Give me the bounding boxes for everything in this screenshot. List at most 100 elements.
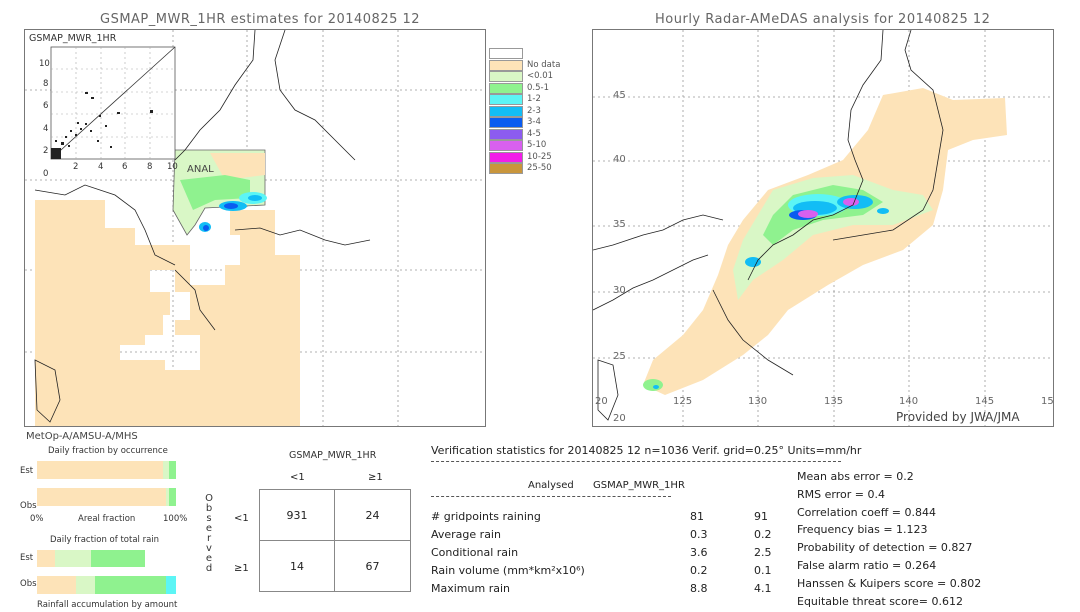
- est-label: Est: [20, 466, 34, 476]
- lat-tick: 35: [613, 219, 626, 230]
- right-map-title: Hourly Radar-AMeDAS analysis for 2014082…: [655, 12, 991, 27]
- axis-left-label: 0%: [30, 514, 44, 524]
- legend-label: No data: [527, 59, 561, 70]
- stat-gsmap: 91: [754, 510, 768, 523]
- bar-segment-light: [75, 576, 96, 594]
- credit-text: Provided by JWA/JMA: [896, 410, 1020, 424]
- score-line: Equitable threat score= 0.612: [797, 594, 963, 608]
- score-line: Probability of detection = 0.827: [797, 541, 973, 555]
- lat-tick: 40: [613, 154, 626, 165]
- stat-analysed: 81: [690, 510, 704, 523]
- total-rain-est-bar: [37, 550, 176, 567]
- right-map: 45 40 35 30 25 20 20 125 130 135 140 145…: [592, 29, 1054, 427]
- left-map-title: GSMAP_MWR_1HR estimates for 20140825 12: [100, 12, 421, 27]
- inset-y-tick: 4: [43, 124, 49, 134]
- legend-label: 0.5-1: [527, 82, 549, 93]
- legend-label: 5-10: [527, 140, 547, 150]
- legend-label: <0.01: [527, 71, 554, 81]
- stat-label: Rain volume (mm*km²x10⁶): [431, 564, 585, 577]
- stat-label: # gridpoints raining: [431, 510, 541, 523]
- occurrence-title: Daily fraction by occurrence: [48, 446, 168, 456]
- left-map: GSMAP_MWR_1HR 10 8 6 4 2 0 2 4 6 8 10 AN…: [24, 29, 486, 427]
- stat-label: Conditional rain: [431, 546, 519, 559]
- col-label: <1: [290, 472, 305, 483]
- legend-swatch: [489, 94, 523, 105]
- obs-label-2: Obs: [20, 579, 37, 589]
- stat-analysed: 0.2: [690, 564, 708, 577]
- lat-tick: 25: [613, 351, 626, 362]
- cell-hit-neg: 931: [259, 489, 335, 541]
- legend-swatch: [489, 117, 523, 128]
- inset-y-tick: 0: [43, 169, 49, 179]
- lon-tick: 15: [1041, 396, 1054, 407]
- legend-swatch: [489, 140, 523, 151]
- color-legend: No data <0.01 0.5-1 1-2 2-3 3-4 4-5 5-10 10-25 25…: [489, 48, 561, 208]
- stat-label: Maximum rain: [431, 582, 510, 595]
- score-line: Mean abs error = 0.2: [797, 470, 914, 483]
- legend-swatch: [489, 71, 523, 82]
- lon-tick: 20: [595, 396, 608, 407]
- occurrence-obs-bar: [37, 488, 176, 506]
- inset-x-tick: 8: [147, 162, 153, 172]
- bar-segment-green: [95, 576, 167, 594]
- bar-segment-green: [169, 488, 176, 506]
- inset-x-tick: 6: [122, 162, 128, 172]
- row-label: ≥1: [234, 563, 249, 574]
- occurrence-est-bar: [37, 461, 176, 479]
- bar-segment-nodata: [37, 461, 164, 479]
- cell-false-alarm: 24: [334, 489, 411, 541]
- stat-label: Average rain: [431, 528, 501, 541]
- legend-swatch: [489, 48, 523, 59]
- score-line: Hanssen & Kuipers score = 0.802: [797, 576, 982, 590]
- legend-swatch: [489, 163, 523, 174]
- satellite-label: MetOp-A/AMSU-A/MHS: [26, 431, 138, 442]
- inset-y-tick: 10: [39, 59, 50, 69]
- stat-analysed: 3.6: [690, 546, 708, 559]
- lon-tick: 135: [824, 396, 844, 407]
- col-analysed: Analysed: [528, 480, 574, 491]
- bar-segment-nodata: [37, 488, 167, 506]
- lon-tick: 140: [899, 396, 919, 407]
- observed-label: Observed: [205, 493, 213, 574]
- cell-miss: 14: [259, 540, 335, 592]
- legend-label: 4-5: [527, 128, 541, 139]
- lon-tick: 125: [673, 396, 693, 407]
- score-line: False alarm ratio = 0.264: [797, 559, 937, 572]
- legend-swatch: [489, 151, 523, 163]
- bar-segment-nodata: [37, 550, 56, 567]
- lat-tick: 20: [613, 413, 626, 424]
- stat-gsmap: 0.2: [754, 528, 772, 541]
- bar-segment-cyan: [166, 576, 176, 594]
- right-map-canvas: [593, 30, 1053, 426]
- row-label: <1: [234, 513, 249, 524]
- inset-x-tick: 10: [167, 162, 178, 172]
- legend-label: 1-2: [527, 94, 541, 104]
- total-rain-obs-bar: [37, 576, 176, 594]
- stat-analysed: 0.3: [690, 528, 708, 541]
- contingency-header: GSMAP_MWR_1HR: [289, 450, 377, 461]
- stat-gsmap: 0.1: [754, 564, 772, 577]
- left-map-canvas: [25, 30, 485, 426]
- accumulation-title: Rainfall accumulation by amount: [37, 600, 178, 610]
- bar-segment-green: [91, 550, 146, 567]
- legend-swatch: [489, 82, 523, 94]
- obs-label: Obs: [20, 501, 37, 511]
- legend-label: 10-25: [527, 151, 552, 162]
- total-rain-title: Daily fraction of total rain: [50, 535, 160, 545]
- inset-x-tick: 2: [73, 162, 79, 172]
- inset-title: GSMAP_MWR_1HR: [29, 33, 117, 44]
- bar-segment-nodata: [37, 576, 76, 594]
- axis-mid-label: Areal fraction: [78, 514, 136, 524]
- score-line: RMS error = 0.4: [797, 487, 885, 501]
- lat-tick: 45: [613, 90, 626, 101]
- lat-tick: 30: [613, 285, 626, 296]
- score-line: Frequency bias = 1.123: [797, 523, 928, 537]
- bar-segment-green: [169, 461, 176, 479]
- legend-swatch: [489, 128, 523, 140]
- cell-hit: 67: [334, 540, 411, 592]
- bar-segment-light: [55, 550, 92, 567]
- legend-label: 3-4: [527, 117, 541, 127]
- legend-label: 2-3: [527, 105, 541, 116]
- anal-label: ANAL: [187, 164, 214, 175]
- verification-header: Verification statistics for 20140825 12 …: [431, 444, 862, 457]
